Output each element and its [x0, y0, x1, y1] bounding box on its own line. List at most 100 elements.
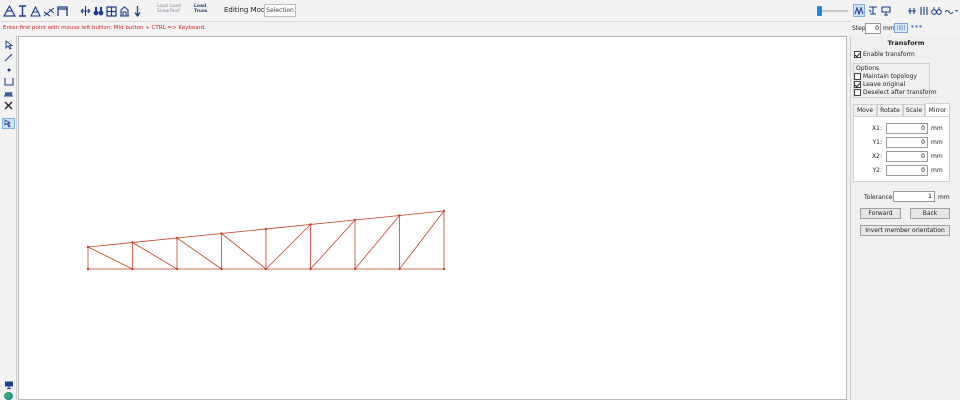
load-snow-button[interactable]: Load Snow — [157, 4, 169, 14]
bottom-node[interactable] — [86, 267, 90, 271]
tolerance-input[interactable]: 1 — [893, 191, 935, 202]
tolerance-label: Tolerance: — [864, 194, 895, 201]
y1-input[interactable]: 0 — [886, 137, 928, 148]
zoom-slider-thumb[interactable] — [816, 6, 822, 16]
x2-input[interactable]: 0 — [886, 151, 928, 162]
transform-icon[interactable] — [2, 118, 15, 129]
globe-icon[interactable] — [4, 392, 13, 400]
transform-tabs: Move Rotate Scale Mirror — [853, 103, 950, 116]
truss-drawing — [86, 209, 446, 271]
top-node[interactable] — [131, 241, 134, 244]
tab-scale[interactable]: Scale — [903, 104, 925, 116]
maintain-topology-check[interactable] — [854, 73, 861, 80]
x1-label: X1: — [872, 125, 882, 132]
maintain-topology-checkbox[interactable]: Maintain topology — [854, 73, 917, 80]
bottom-node[interactable] — [220, 267, 223, 271]
leave-original-check[interactable] — [854, 81, 861, 88]
support-icon[interactable] — [119, 4, 130, 17]
snap-points-button[interactable]: ∗∗∗ — [910, 24, 923, 30]
transform-panel: Transform Enable transform Options Maint… — [850, 36, 960, 400]
node-view-icon[interactable] — [867, 4, 878, 17]
move-node-icon[interactable] — [80, 4, 91, 17]
diagonal-member[interactable] — [265, 224, 311, 270]
triangle-truss-icon[interactable] — [30, 4, 41, 17]
load-icon[interactable] — [133, 4, 141, 17]
step-input[interactable]: 0 — [865, 23, 881, 34]
enable-transform-checkbox[interactable]: Enable transform — [854, 51, 915, 58]
display-view-icon[interactable] — [880, 4, 891, 17]
top-node[interactable] — [353, 218, 357, 222]
bottom-node[interactable] — [264, 267, 268, 271]
x2-label: X2: — [872, 153, 882, 160]
distribute-icon[interactable] — [919, 4, 929, 17]
x1-row: X1: 0 mm — [854, 123, 951, 134]
bottom-node[interactable] — [442, 267, 446, 271]
app-window: Load Snow Load Roof Load Truss Editing Mode… — [0, 0, 960, 400]
deselect-after-transform-checkbox[interactable]: Deselect after transform — [854, 89, 937, 96]
enable-transform-check[interactable] — [854, 51, 861, 58]
top-node[interactable] — [442, 209, 446, 213]
top-node[interactable] — [175, 236, 179, 240]
curve-dropdown-icon[interactable] — [944, 4, 958, 17]
bottom-node[interactable] — [353, 267, 357, 271]
x2-unit: mm — [931, 153, 943, 160]
zoom-slider[interactable] — [814, 4, 848, 18]
node-icon[interactable] — [2, 64, 15, 75]
spring-icon[interactable] — [2, 88, 15, 99]
diagonal-member[interactable] — [310, 219, 356, 270]
top-node[interactable] — [86, 245, 90, 249]
top-node[interactable] — [309, 223, 312, 226]
tab-mirror[interactable]: Mirror — [925, 103, 950, 116]
prompt-bar: Enter first point with mouse left button… — [0, 22, 848, 35]
editing-mode-value[interactable]: Selection — [264, 4, 296, 17]
snap-grid-button[interactable]: ||||| — [894, 23, 908, 33]
truss-icon[interactable] — [3, 4, 16, 17]
monitor-icon[interactable] — [3, 381, 14, 389]
y2-input[interactable]: 0 — [886, 165, 928, 176]
back-button[interactable]: Back — [910, 208, 950, 219]
drawing-canvas[interactable] — [18, 36, 847, 400]
top-node[interactable] — [220, 232, 223, 235]
deselect-after-transform-check[interactable] — [854, 89, 861, 96]
tab-rotate[interactable]: Rotate — [877, 104, 903, 116]
load-truss-button[interactable]: Load Truss — [194, 4, 207, 14]
diagonal-member[interactable] — [399, 210, 445, 270]
binoculars-icon[interactable] — [93, 4, 104, 17]
column-icon[interactable] — [17, 4, 27, 17]
panel-title: Transform — [887, 39, 925, 47]
leave-original-checkbox[interactable]: Leave original — [854, 81, 905, 88]
bottom-node[interactable] — [309, 267, 312, 271]
truss-view-icon[interactable] — [853, 4, 865, 17]
diagonal-member[interactable] — [176, 237, 222, 270]
x1-input[interactable]: 0 — [886, 123, 928, 134]
bottom-node[interactable] — [175, 267, 179, 271]
bracing-icon[interactable] — [43, 4, 55, 17]
measure-icon[interactable] — [931, 4, 942, 17]
y2-row: Y2: 0 mm — [854, 165, 951, 176]
align-icon[interactable] — [906, 4, 917, 17]
enable-transform-label: Enable transform — [863, 51, 915, 58]
support-icon[interactable] — [2, 76, 15, 87]
top-node[interactable] — [264, 227, 268, 231]
tab-move[interactable]: Move — [853, 104, 877, 116]
diagonal-member[interactable] — [354, 215, 400, 270]
delete-icon[interactable] — [2, 100, 15, 111]
y2-label: Y2: — [872, 167, 882, 174]
invert-member-orientation-button[interactable]: Invert member orientation — [860, 225, 950, 236]
zoom-slider-track — [818, 10, 848, 12]
bottom-node[interactable] — [131, 267, 134, 271]
tolerance-unit: mm — [938, 194, 950, 201]
grid-icon[interactable] — [106, 4, 117, 17]
diagonal-member[interactable] — [132, 242, 178, 270]
step-unit: mm — [883, 25, 895, 32]
line-icon[interactable] — [2, 52, 15, 63]
bottom-node[interactable] — [398, 267, 401, 271]
forward-button[interactable]: Forward — [860, 208, 901, 219]
x2-row: X2: 0 mm — [854, 151, 951, 162]
diagonal-member[interactable] — [221, 233, 267, 270]
pointer-icon[interactable] — [2, 39, 15, 50]
top-node[interactable] — [398, 214, 401, 217]
load-roof-button[interactable]: Load Roof — [170, 4, 181, 14]
frame-icon[interactable] — [57, 4, 68, 17]
diagonal-member[interactable] — [87, 246, 133, 270]
